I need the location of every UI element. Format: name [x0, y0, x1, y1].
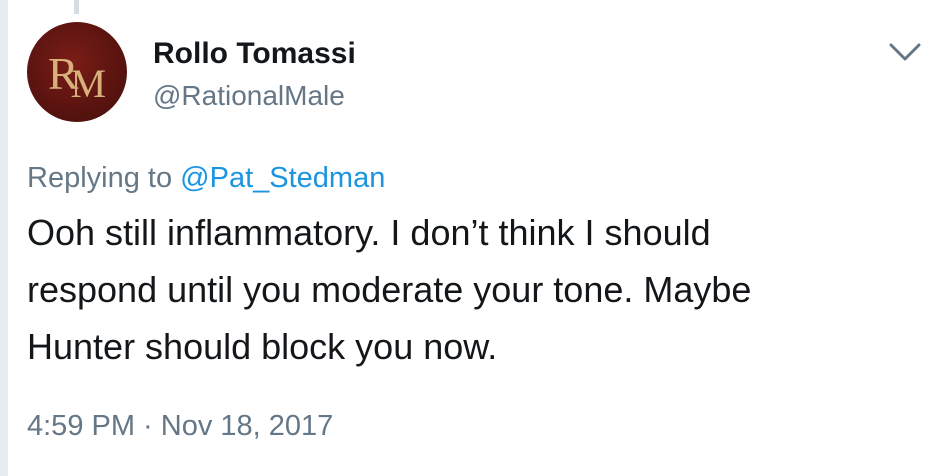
replying-to-line: Replying to @Pat_Stedman [27, 162, 385, 195]
left-rail [0, 0, 8, 476]
user-handle[interactable]: @RationalMale [153, 80, 345, 112]
thread-connector-line [74, 0, 79, 14]
tweet-text: Ooh still inflammatory. I don’t think I … [27, 204, 907, 375]
tweet-text-line: Ooh still inflammatory. I don’t think I … [27, 212, 711, 253]
avatar-monogram: RM [47, 47, 106, 106]
tweet-timestamp[interactable]: 4:59 PM · Nov 18, 2017 [27, 410, 333, 443]
chevron-down-icon[interactable] [888, 42, 922, 62]
tweet-text-line: respond until you moderate your tone. Ma… [27, 269, 752, 310]
replying-to-label: Replying to [27, 162, 173, 194]
reply-mention-link[interactable]: @Pat_Stedman [180, 162, 385, 194]
tweet-text-line: Hunter should block you now. [27, 326, 498, 367]
display-name[interactable]: Rollo Tomassi [153, 37, 356, 71]
tweet-card: RM Rollo Tomassi @RationalMale Replying … [0, 0, 944, 476]
avatar[interactable]: RM [27, 22, 127, 122]
